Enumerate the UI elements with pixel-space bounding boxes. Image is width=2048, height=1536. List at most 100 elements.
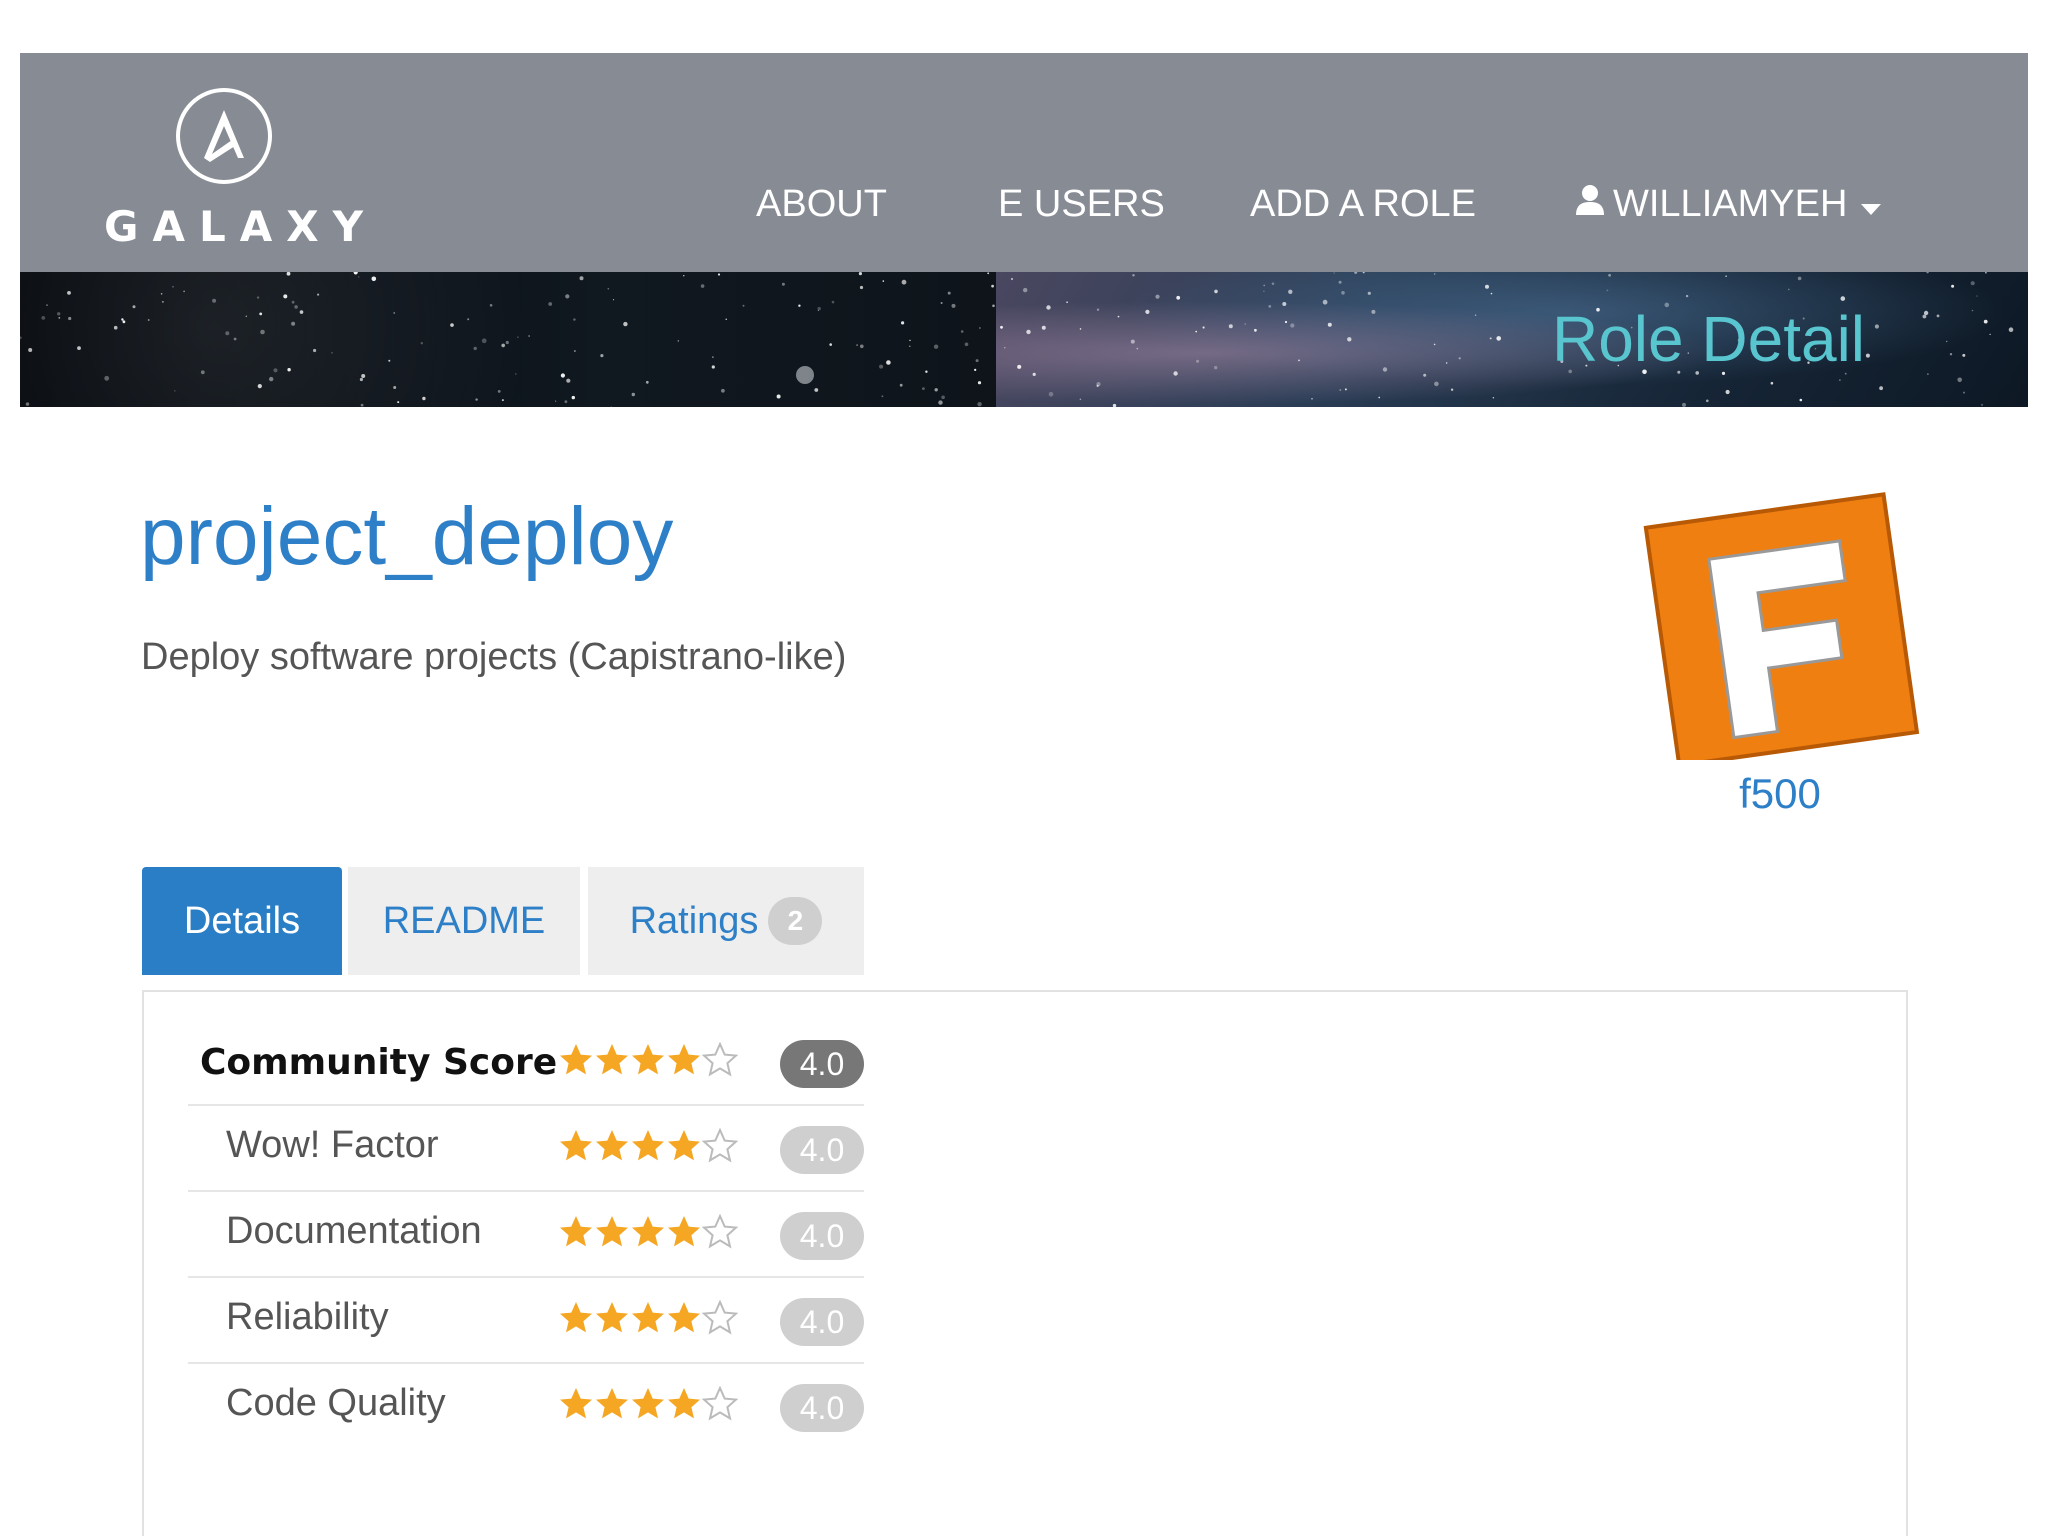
star-rating[interactable]	[558, 1042, 738, 1078]
banner-star	[58, 317, 61, 319]
banner-star	[1263, 290, 1265, 292]
banner-star	[467, 318, 470, 321]
banner-star	[909, 345, 911, 347]
tab-details[interactable]: Details	[142, 867, 342, 975]
star-empty-icon[interactable]	[702, 1300, 738, 1336]
banner-star	[1980, 403, 1984, 406]
banner-star	[1371, 309, 1376, 314]
banner-star	[1322, 299, 1328, 305]
banner-star	[67, 291, 71, 295]
star-filled-icon[interactable]	[558, 1386, 594, 1422]
star-filled-icon[interactable]	[666, 1300, 702, 1336]
user-icon	[1575, 183, 1605, 226]
banner-star	[212, 298, 217, 303]
banner-star	[257, 384, 262, 389]
star-filled-icon[interactable]	[558, 1214, 594, 1250]
banner-star	[160, 293, 163, 295]
banner-star	[331, 352, 333, 354]
star-filled-icon[interactable]	[594, 1386, 630, 1422]
banner-star	[1117, 315, 1120, 318]
banner-star	[256, 296, 260, 299]
banner-star	[360, 403, 364, 407]
star-filled-icon[interactable]	[666, 1214, 702, 1250]
banner-star	[947, 291, 951, 295]
star-filled-icon[interactable]	[630, 1300, 666, 1336]
banner-star	[1338, 280, 1342, 284]
banner-star	[1926, 272, 1929, 274]
star-filled-icon[interactable]	[666, 1128, 702, 1164]
score-badge: 4.0	[780, 1298, 864, 1346]
owner-name-link[interactable]: f500	[1700, 770, 1860, 818]
star-filled-icon[interactable]	[630, 1042, 666, 1078]
banner-star	[607, 287, 610, 290]
banner-star	[1879, 386, 1883, 391]
tab-readme-label: README	[382, 899, 546, 942]
banner-star	[1788, 288, 1790, 291]
banner-star	[717, 273, 721, 276]
nav-add-role-link[interactable]: ADD A ROLE	[1250, 183, 1476, 226]
banner-star	[925, 370, 928, 373]
banner-star	[1010, 277, 1014, 281]
star-rating[interactable]	[558, 1300, 738, 1336]
star-filled-icon[interactable]	[594, 1128, 630, 1164]
banner-star	[1145, 309, 1150, 314]
details-panel: Community Score 4.0 Wow! Factor 4.0 Docu…	[142, 990, 1908, 1536]
banner-star	[858, 272, 863, 276]
star-filled-icon[interactable]	[558, 1300, 594, 1336]
score-table: Community Score 4.0 Wow! Factor 4.0 Docu…	[188, 1020, 864, 1448]
banner-star	[1214, 289, 1218, 294]
banner-star	[909, 339, 911, 342]
banner-star	[41, 316, 46, 320]
nav-about-link[interactable]: ABOUT	[756, 183, 887, 226]
star-empty-icon[interactable]	[702, 1128, 738, 1164]
banner-star	[1423, 373, 1427, 377]
star-filled-icon[interactable]	[594, 1042, 630, 1078]
banner-star	[683, 275, 685, 277]
user-name: WILLIAMYEH	[1613, 183, 1848, 225]
banner-star	[1923, 310, 1929, 316]
banner-star	[1450, 388, 1454, 391]
tab-ratings[interactable]: Ratings 2	[588, 867, 864, 975]
nav-users-link[interactable]: E USERS	[998, 183, 1165, 226]
nav-links: ABOUT E USERS ADD A ROLE WILLIAMYEH	[20, 53, 2028, 272]
banner-star	[817, 306, 821, 311]
star-rating[interactable]	[558, 1386, 738, 1422]
banner-star	[922, 387, 925, 390]
banner-star	[28, 348, 33, 352]
banner-star	[1976, 295, 1978, 297]
banner-star	[1284, 320, 1288, 324]
star-empty-icon[interactable]	[702, 1386, 738, 1422]
star-empty-icon[interactable]	[702, 1214, 738, 1250]
banner-star	[1132, 274, 1135, 277]
banner-star	[781, 282, 785, 286]
banner-star	[1797, 276, 1802, 281]
star-filled-icon[interactable]	[594, 1300, 630, 1336]
star-filled-icon[interactable]	[630, 1128, 666, 1164]
star-filled-icon[interactable]	[558, 1128, 594, 1164]
banner-star	[933, 344, 939, 349]
star-filled-icon[interactable]	[594, 1214, 630, 1250]
tab-readme[interactable]: README	[348, 867, 580, 975]
banner-star	[361, 374, 366, 378]
star-filled-icon[interactable]	[558, 1042, 594, 1078]
star-filled-icon[interactable]	[630, 1214, 666, 1250]
banner-star	[1333, 272, 1335, 274]
owner-logo[interactable]	[1640, 480, 1920, 768]
star-rating[interactable]	[558, 1214, 738, 1250]
banner-star	[1214, 365, 1218, 370]
banner-star	[1327, 322, 1332, 327]
star-filled-icon[interactable]	[666, 1042, 702, 1078]
banner-star	[1268, 305, 1272, 308]
banner-star	[974, 368, 977, 371]
star-rating[interactable]	[558, 1128, 738, 1164]
star-empty-icon[interactable]	[702, 1042, 738, 1078]
star-filled-icon[interactable]	[630, 1386, 666, 1422]
ratings-count-badge: 2	[768, 897, 823, 945]
banner-star	[975, 359, 979, 363]
banner-star	[172, 285, 174, 288]
banner-star	[528, 335, 530, 337]
user-menu[interactable]: WILLIAMYEH	[1575, 183, 1882, 226]
banner-star	[1367, 291, 1371, 295]
star-filled-icon[interactable]	[666, 1386, 702, 1422]
score-label: Code Quality	[226, 1382, 446, 1424]
